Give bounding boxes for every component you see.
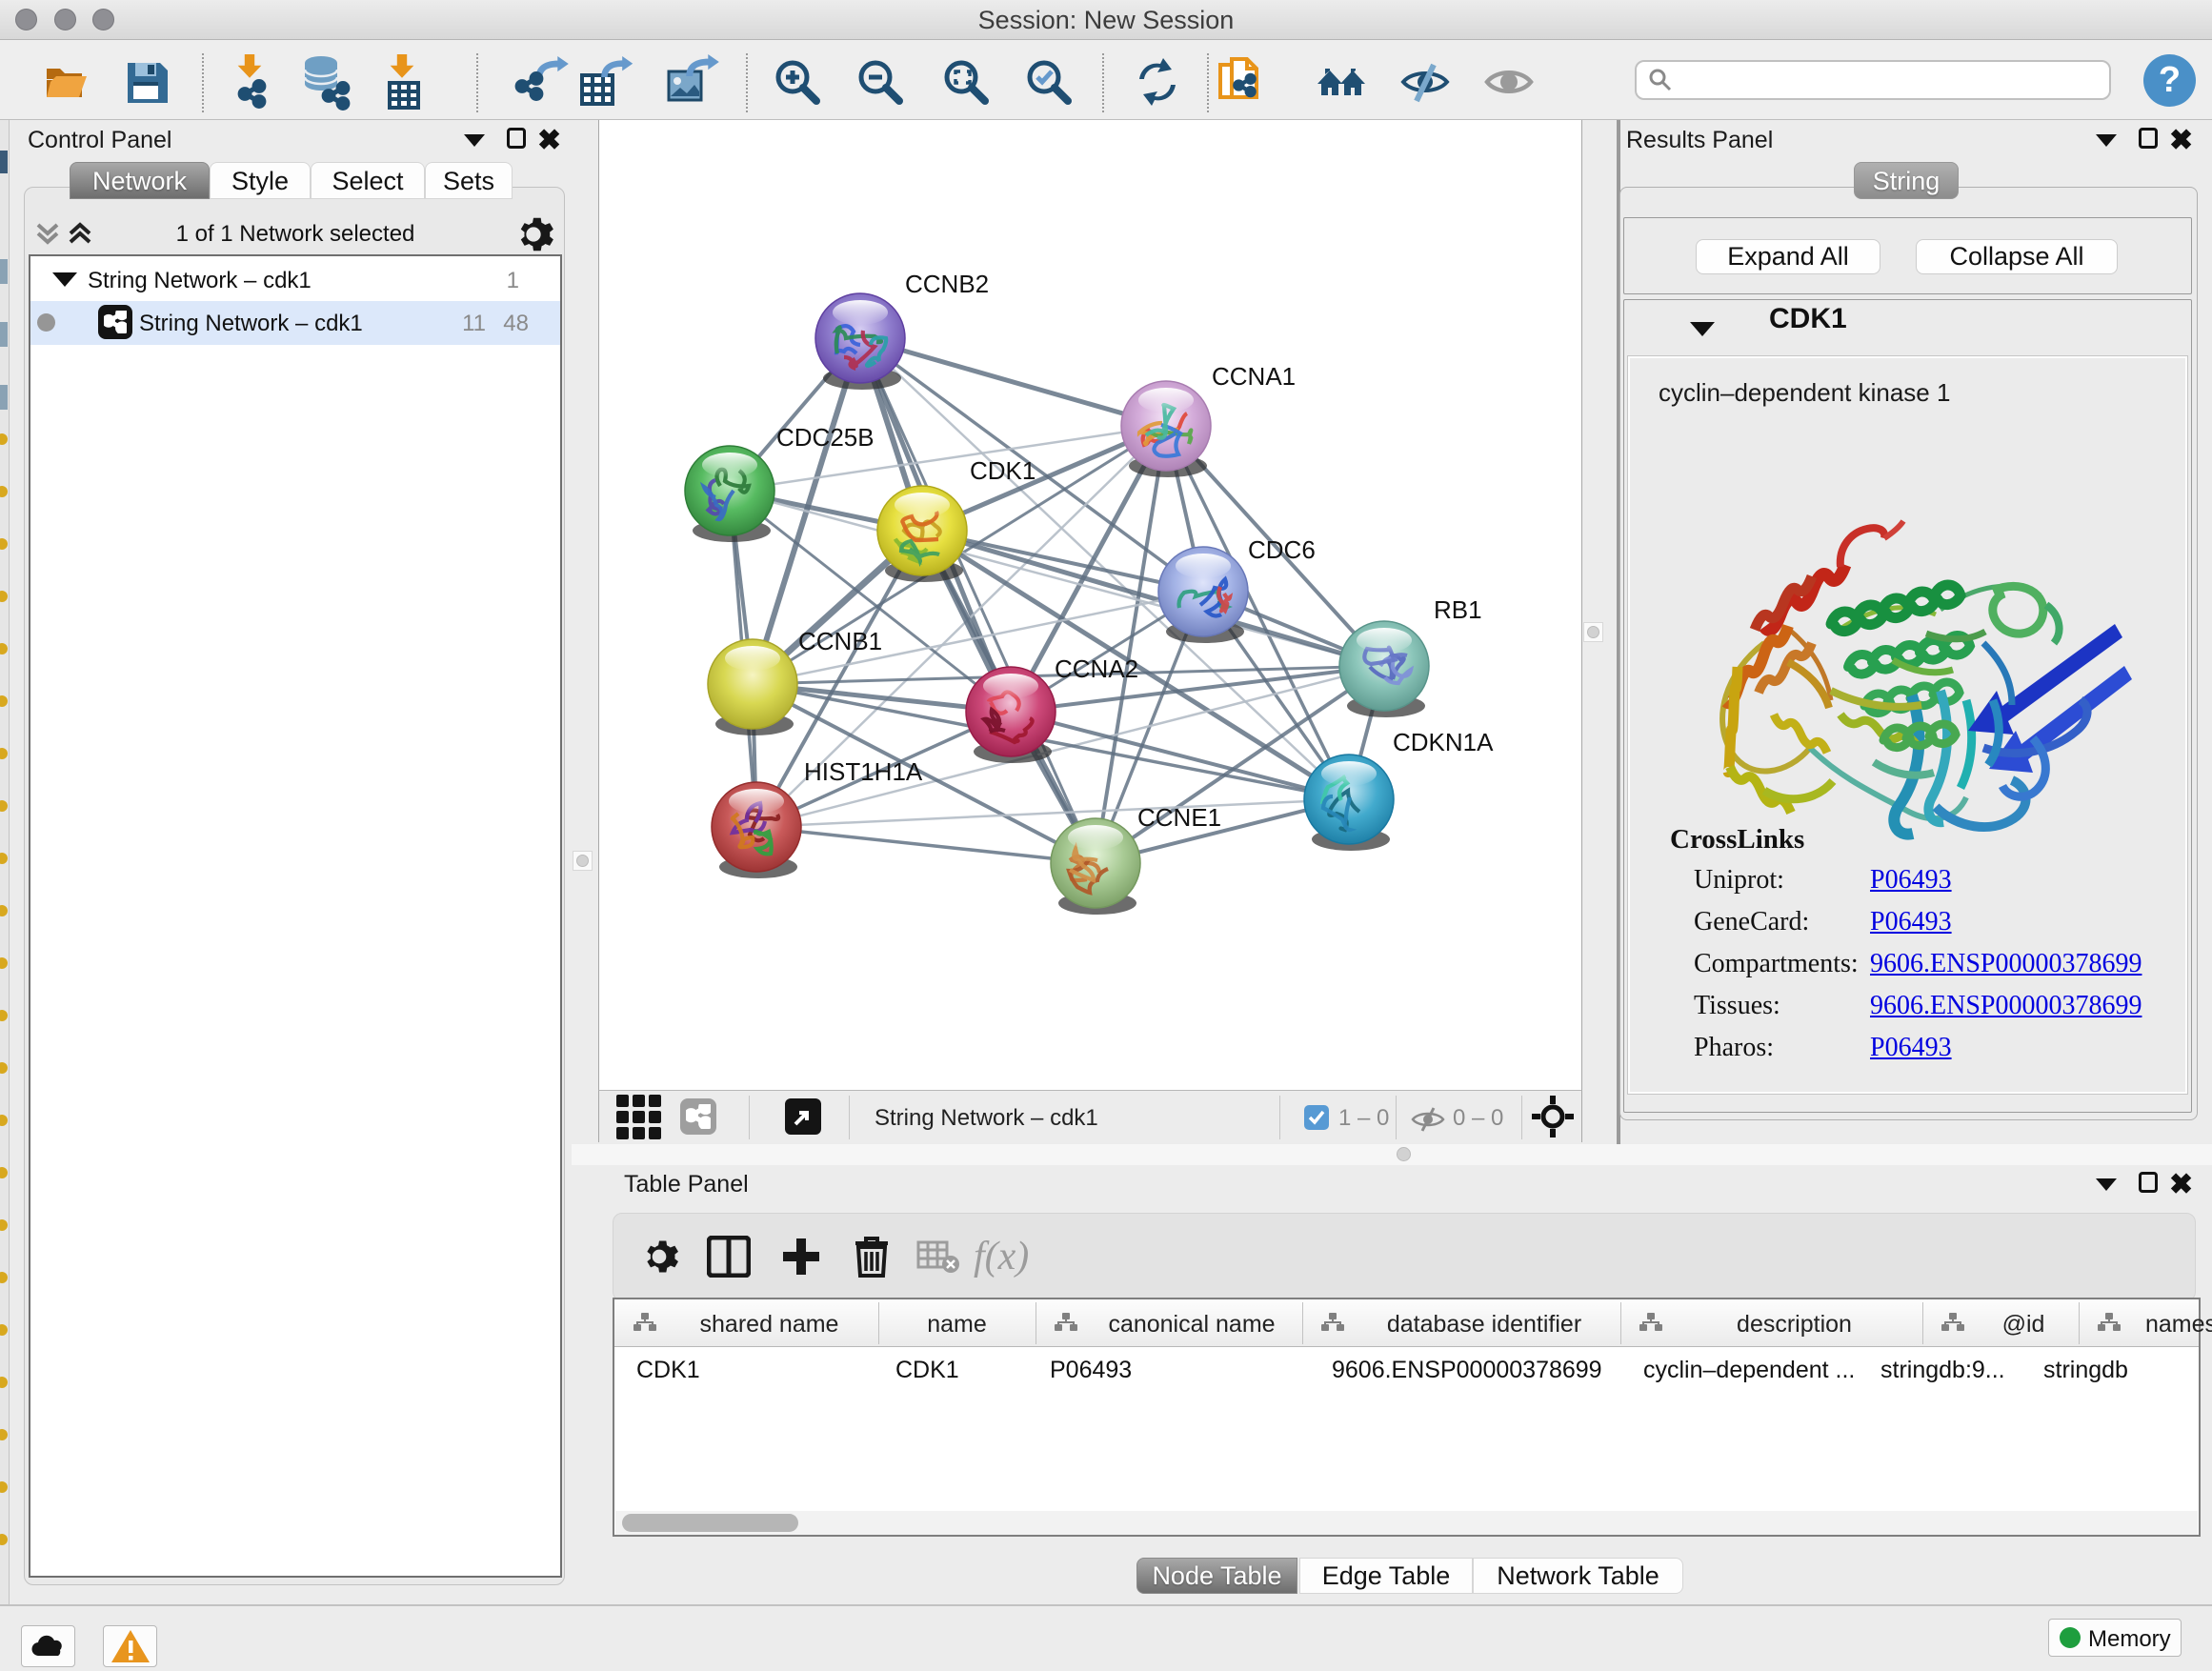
svg-text:CCNB2: CCNB2 — [905, 270, 989, 298]
svg-text:CDC6: CDC6 — [1248, 535, 1316, 564]
svg-text:RB1: RB1 — [1434, 595, 1482, 624]
svg-text:HIST1H1A: HIST1H1A — [804, 757, 923, 786]
svg-text:CDC25B: CDC25B — [776, 423, 875, 452]
svg-text:CCNA1: CCNA1 — [1212, 362, 1296, 391]
svg-text:CDKN1A: CDKN1A — [1393, 728, 1494, 756]
svg-text:CDK1: CDK1 — [970, 456, 1036, 485]
svg-text:CCNA2: CCNA2 — [1055, 654, 1138, 683]
svg-text:CCNE1: CCNE1 — [1137, 803, 1221, 832]
svg-text:CCNB1: CCNB1 — [798, 627, 882, 655]
